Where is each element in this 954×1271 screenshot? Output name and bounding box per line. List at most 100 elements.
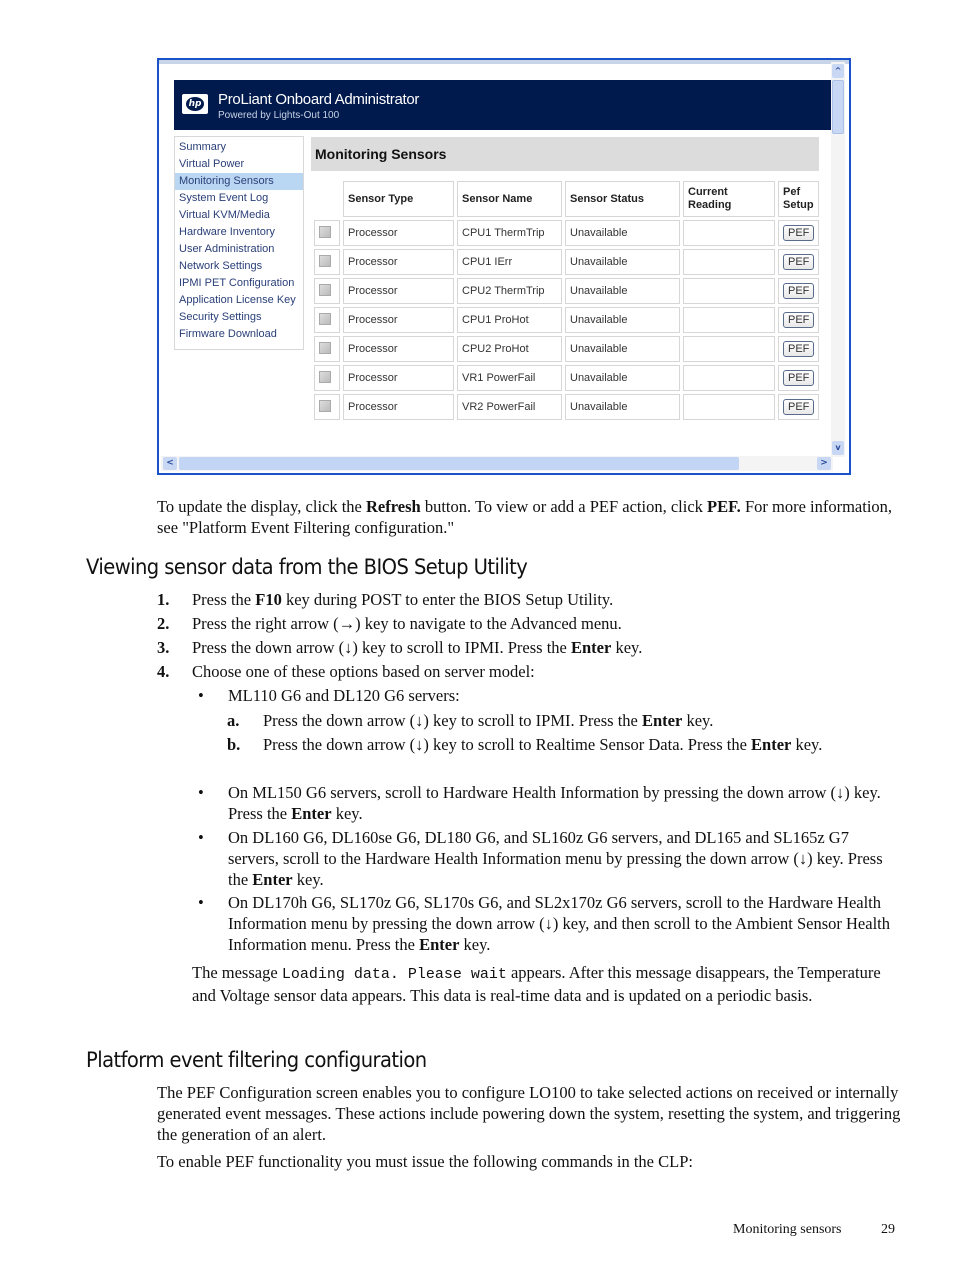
row-checkbox-cell: [314, 365, 340, 391]
nav-item-monitoring-sensors[interactable]: Monitoring Sensors: [175, 173, 303, 190]
cell-sensor-status: Unavailable: [565, 365, 680, 391]
nav-item-virtual-kvm-media[interactable]: Virtual KVM/Media: [175, 207, 303, 224]
row-checkbox-cell: [314, 394, 340, 420]
nav-item-user-administration[interactable]: User Administration: [175, 241, 303, 258]
cell-sensor-type: Processor: [343, 307, 454, 333]
row-checkbox-cell: [314, 336, 340, 362]
cell-sensor-type: Processor: [343, 278, 454, 304]
nav-item-summary[interactable]: Summary: [175, 139, 303, 156]
cell-sensor-type: Processor: [343, 249, 454, 275]
cell-sensor-name: CPU2 ProHot: [457, 336, 562, 362]
monitoring-sensors-screenshot: hp ProLiant Onboard Administrator Powere…: [157, 58, 851, 475]
row-checkbox-cell: [314, 220, 340, 246]
window-top-edge: [159, 60, 849, 64]
table-row: Processor CPU1 ProHot Unavailable PEF: [314, 307, 820, 333]
cell-current-reading: [683, 249, 775, 275]
page-heading-bar: Monitoring Sensors: [311, 137, 819, 171]
footer-page-number: 29: [881, 1222, 895, 1237]
cell-sensor-status: Unavailable: [565, 307, 680, 333]
section-heading-pef: Platform event filtering configuration: [86, 1048, 427, 1072]
row-checkbox-cell: [314, 278, 340, 304]
page-heading: Monitoring Sensors: [315, 146, 447, 162]
header-sensor-type: Sensor Type: [343, 181, 454, 217]
nav-item-application-license-key[interactable]: Application License Key: [175, 292, 303, 309]
cell-sensor-name: CPU1 ThermTrip: [457, 220, 562, 246]
cell-sensor-status: Unavailable: [565, 220, 680, 246]
nav-item-virtual-power[interactable]: Virtual Power: [175, 156, 303, 173]
footer-section-name: Monitoring sensors: [733, 1222, 842, 1237]
row-checkbox[interactable]: [319, 370, 331, 383]
scroll-right-icon[interactable]: >: [817, 457, 831, 470]
nav-item-network-settings[interactable]: Network Settings: [175, 258, 303, 275]
pef-paragraph: The PEF Configuration screen enables you…: [157, 1083, 901, 1144]
cell-pef-setup: PEF: [778, 365, 820, 391]
horizontal-scrollbar[interactable]: < >: [161, 456, 833, 471]
cell-sensor-status: Unavailable: [565, 336, 680, 362]
cell-current-reading: [683, 307, 775, 333]
table-row: Processor CPU2 ThermTrip Unavailable PEF: [314, 278, 820, 304]
nav-item-hardware-inventory[interactable]: Hardware Inventory: [175, 224, 303, 241]
cell-current-reading: [683, 336, 775, 362]
horizontal-scroll-thumb[interactable]: [179, 457, 739, 470]
app-title: ProLiant Onboard Administrator: [218, 91, 420, 108]
section-heading-bios: Viewing sensor data from the BIOS Setup …: [86, 555, 528, 579]
header-checkbox-col: [314, 181, 340, 217]
intro-paragraph: To update the display, click the Refresh…: [157, 497, 893, 537]
clp-paragraph: To enable PEF functionality you must iss…: [157, 1152, 693, 1171]
hp-logo-icon: hp: [182, 94, 208, 114]
cell-current-reading: [683, 220, 775, 246]
scroll-down-icon[interactable]: v: [832, 441, 844, 455]
cell-sensor-name: CPU2 ThermTrip: [457, 278, 562, 304]
app-subtitle: Powered by Lights-Out 100: [218, 110, 340, 121]
row-checkbox-cell: [314, 249, 340, 275]
vertical-scroll-thumb[interactable]: [832, 80, 844, 134]
cell-pef-setup: PEF: [778, 249, 820, 275]
header-sensor-name: Sensor Name: [457, 181, 562, 217]
table-row: Processor CPU1 IErr Unavailable PEF: [314, 249, 820, 275]
nav-item-security-settings[interactable]: Security Settings: [175, 309, 303, 326]
vertical-scrollbar[interactable]: ^ v: [831, 62, 845, 457]
app-banner: hp ProLiant Onboard Administrator Powere…: [174, 80, 832, 130]
cell-current-reading: [683, 394, 775, 420]
scroll-up-icon[interactable]: ^: [832, 64, 844, 78]
cell-pef-setup: PEF: [778, 278, 820, 304]
table-row: Processor VR2 PowerFail Unavailable PEF: [314, 394, 820, 420]
row-checkbox[interactable]: [319, 283, 331, 296]
table-row: Processor CPU1 ThermTrip Unavailable PEF: [314, 220, 820, 246]
cell-sensor-status: Unavailable: [565, 278, 680, 304]
scroll-left-icon[interactable]: <: [163, 457, 177, 470]
pef-button[interactable]: PEF: [783, 341, 815, 357]
row-checkbox[interactable]: [319, 254, 331, 267]
loading-paragraph: The message Loading data. Please wait ap…: [192, 963, 881, 1005]
cell-sensor-name: VR2 PowerFail: [457, 394, 562, 420]
cell-sensor-status: Unavailable: [565, 249, 680, 275]
row-checkbox-cell: [314, 307, 340, 333]
header-sensor-status: Sensor Status: [565, 181, 680, 217]
cell-sensor-type: Processor: [343, 365, 454, 391]
cell-sensor-type: Processor: [343, 220, 454, 246]
header-current-reading: Current Reading: [683, 181, 775, 217]
table-row: Processor CPU2 ProHot Unavailable PEF: [314, 336, 820, 362]
cell-current-reading: [683, 278, 775, 304]
pef-button[interactable]: PEF: [783, 254, 815, 270]
nav-item-system-event-log[interactable]: System Event Log: [175, 190, 303, 207]
pef-button[interactable]: PEF: [783, 312, 815, 328]
cell-pef-setup: PEF: [778, 307, 820, 333]
row-checkbox[interactable]: [319, 312, 331, 325]
cell-sensor-name: CPU1 IErr: [457, 249, 562, 275]
pef-button[interactable]: PEF: [783, 399, 815, 415]
cell-pef-setup: PEF: [778, 220, 820, 246]
nav-item-ipmi-pet-configuration[interactable]: IPMI PET Configuration: [175, 275, 303, 292]
table-header-row: Sensor Type Sensor Name Sensor Status Cu…: [314, 181, 820, 217]
pef-button[interactable]: PEF: [783, 225, 815, 241]
cell-sensor-type: Processor: [343, 336, 454, 362]
nav-item-firmware-download[interactable]: Firmware Download: [175, 326, 303, 343]
cell-sensor-name: VR1 PowerFail: [457, 365, 562, 391]
row-checkbox[interactable]: [319, 341, 331, 354]
pef-button[interactable]: PEF: [783, 283, 815, 299]
cell-current-reading: [683, 365, 775, 391]
sidebar-nav: Summary Virtual Power Monitoring Sensors…: [174, 136, 304, 350]
row-checkbox[interactable]: [319, 225, 331, 238]
pef-button[interactable]: PEF: [783, 370, 815, 386]
row-checkbox[interactable]: [319, 399, 331, 412]
